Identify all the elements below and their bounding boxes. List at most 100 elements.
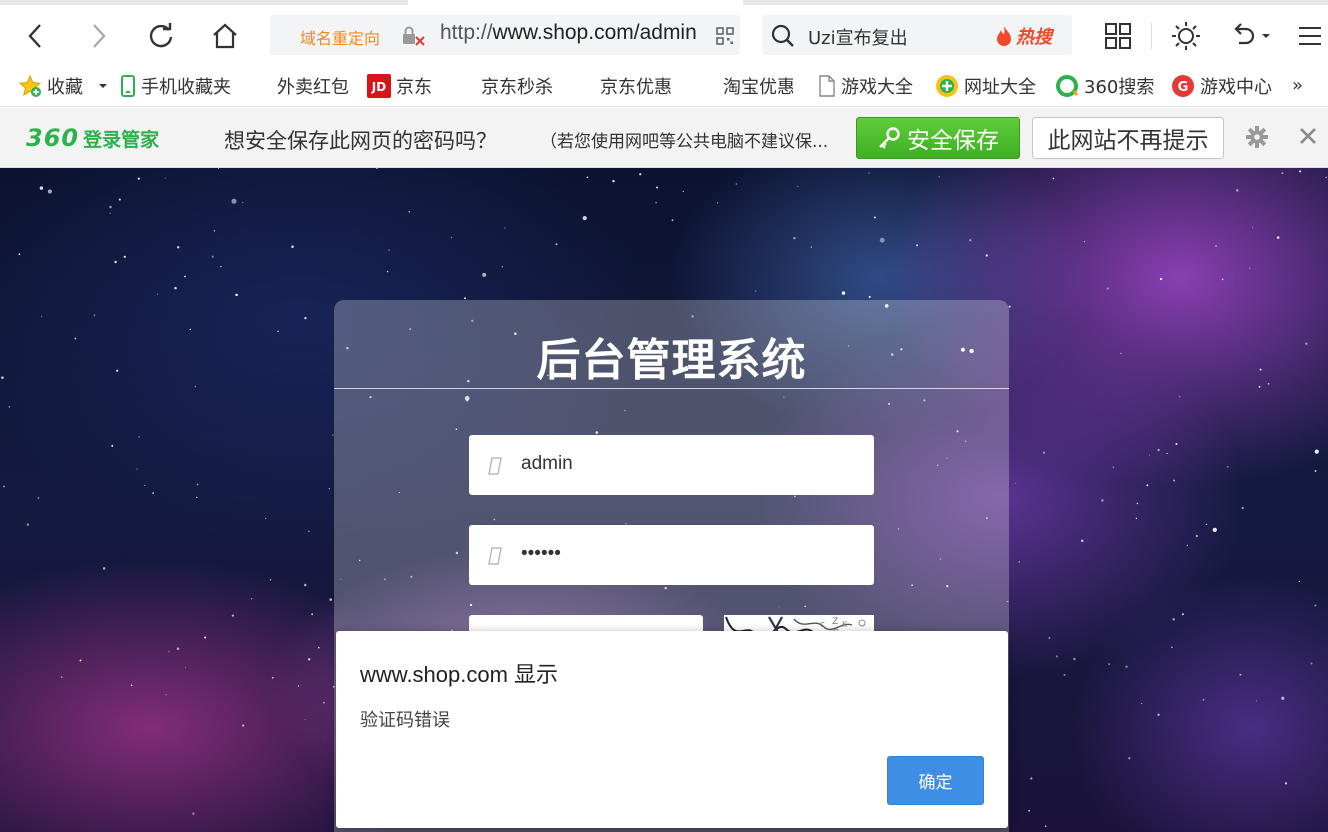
bookmark-jd-deals[interactable]: 京东优惠 bbox=[600, 73, 672, 99]
star bbox=[1146, 484, 1149, 487]
tab-strip-edge bbox=[0, 0, 1328, 5]
apps-button[interactable] bbox=[1098, 14, 1138, 58]
star bbox=[464, 297, 466, 300]
star bbox=[375, 168, 378, 170]
bookmark-jd-flash-sale[interactable]: 京东秒杀 bbox=[481, 73, 553, 99]
star bbox=[682, 190, 684, 193]
reload-button[interactable] bbox=[139, 14, 183, 58]
home-button[interactable] bbox=[203, 14, 247, 58]
bookmark-mobile-favorites[interactable]: 手机收藏夹 bbox=[120, 73, 231, 99]
bookmark-label: 京东优惠 bbox=[600, 77, 672, 98]
star bbox=[137, 177, 140, 180]
bookmark-favorites[interactable]: 收藏 bbox=[18, 73, 108, 99]
star bbox=[1048, 637, 1051, 639]
star bbox=[37, 497, 40, 499]
star bbox=[755, 290, 757, 292]
star bbox=[47, 189, 52, 194]
star bbox=[969, 238, 972, 242]
close-icon[interactable] bbox=[1298, 126, 1318, 150]
360-search-icon bbox=[1056, 75, 1079, 97]
address-bar[interactable]: 域名重定向 http://www.shop.com/admin/login bbox=[270, 15, 740, 55]
bookmark-site-directory[interactable]: 网址大全 bbox=[935, 73, 1036, 99]
bookmark-takeout-coupon[interactable]: 外卖红包 bbox=[277, 73, 349, 99]
star bbox=[1135, 517, 1138, 520]
star bbox=[196, 496, 198, 499]
bookmark-game-center[interactable]: G 游戏中心 bbox=[1171, 73, 1272, 99]
back-button[interactable] bbox=[14, 14, 58, 58]
star bbox=[1136, 502, 1139, 505]
star bbox=[102, 567, 106, 570]
star bbox=[204, 636, 207, 639]
bookmark-360-search[interactable]: 360搜索 bbox=[1055, 73, 1154, 99]
star bbox=[1101, 499, 1104, 502]
never-remind-button[interactable]: 此网站不再提示 bbox=[1032, 117, 1224, 159]
undo-close-tab-button[interactable] bbox=[1226, 14, 1276, 58]
star bbox=[184, 275, 186, 278]
star bbox=[1052, 177, 1055, 180]
bookmark-jd[interactable]: JD 京东 bbox=[367, 73, 432, 99]
star bbox=[1226, 465, 1229, 468]
star bbox=[482, 272, 487, 277]
star bbox=[304, 316, 307, 320]
star bbox=[317, 646, 320, 649]
star bbox=[118, 198, 121, 201]
redirect-label: 域名重定向 bbox=[300, 29, 381, 48]
key-icon bbox=[879, 127, 900, 149]
forward-button[interactable] bbox=[76, 14, 120, 58]
svg-text:JD: JD bbox=[371, 80, 386, 94]
hamburger-icon bbox=[1299, 27, 1321, 45]
star bbox=[251, 598, 253, 600]
star bbox=[265, 517, 267, 519]
menu-button[interactable] bbox=[1290, 14, 1328, 58]
hot-search-badge[interactable]: 热搜 bbox=[994, 23, 1052, 49]
qr-code-icon[interactable] bbox=[716, 27, 734, 49]
toolbar-separator bbox=[1151, 23, 1152, 49]
username-value: admin bbox=[521, 453, 573, 474]
star bbox=[291, 245, 294, 248]
bookmark-games[interactable]: 游戏大全 bbox=[818, 73, 913, 99]
alert-dialog: www.shop.com 显示 验证码错误 确定 bbox=[336, 631, 1008, 828]
gear-icon[interactable] bbox=[1246, 126, 1268, 152]
bookmark-label: 淘宝优惠 bbox=[723, 77, 793, 98]
alert-message: 验证码错误 bbox=[360, 710, 450, 731]
star bbox=[308, 530, 310, 532]
brightness-button[interactable] bbox=[1166, 14, 1206, 58]
bookmark-taobao-deals[interactable]: 淘宝优惠 bbox=[723, 73, 793, 99]
title-divider bbox=[334, 388, 1009, 389]
bookmark-label: 收藏 bbox=[47, 77, 83, 98]
password-field-icon bbox=[488, 547, 502, 565]
star bbox=[109, 212, 111, 215]
star bbox=[1166, 452, 1168, 455]
bookmarks-bar: 收藏 手机收藏夹 外卖红包 JD 京东 京东秒杀 京东优惠 淘宝优惠 游戏大全 … bbox=[0, 65, 1328, 107]
never-remind-label: 此网站不再提示 bbox=[1047, 128, 1209, 154]
url-text[interactable]: http://www.shop.com/admin/login bbox=[440, 21, 696, 45]
star bbox=[174, 286, 177, 290]
jd-logo-icon: JD bbox=[367, 74, 391, 98]
password-field[interactable]: •••••• bbox=[469, 525, 874, 585]
bookmark-label: 360搜索 bbox=[1084, 77, 1155, 98]
star bbox=[1073, 657, 1076, 661]
bookmark-label: 外卖红包 bbox=[277, 77, 349, 98]
star bbox=[1028, 809, 1030, 812]
star bbox=[152, 492, 155, 494]
flame-icon bbox=[997, 26, 1011, 46]
bookmark-label: 网址大全 bbox=[964, 77, 1036, 98]
star bbox=[192, 812, 195, 815]
username-field[interactable]: admin bbox=[469, 435, 874, 495]
star bbox=[165, 693, 167, 696]
save-password-question: 想安全保存此网页的密码吗？ bbox=[224, 129, 497, 153]
star bbox=[218, 168, 220, 170]
grid-icon bbox=[1105, 23, 1131, 49]
star bbox=[1186, 544, 1189, 547]
star bbox=[307, 658, 311, 661]
star bbox=[168, 651, 170, 653]
ok-button[interactable]: 确定 bbox=[887, 756, 984, 805]
star bbox=[938, 176, 940, 178]
safe-save-button[interactable]: 安全保存 bbox=[856, 117, 1020, 159]
star bbox=[1042, 451, 1046, 454]
page-icon bbox=[819, 75, 835, 97]
search-box[interactable]: Uzi宣布复出 热搜 bbox=[762, 15, 1072, 55]
more-bookmarks-button[interactable]: » bbox=[1292, 75, 1303, 96]
star bbox=[213, 230, 216, 232]
star bbox=[1310, 662, 1313, 665]
